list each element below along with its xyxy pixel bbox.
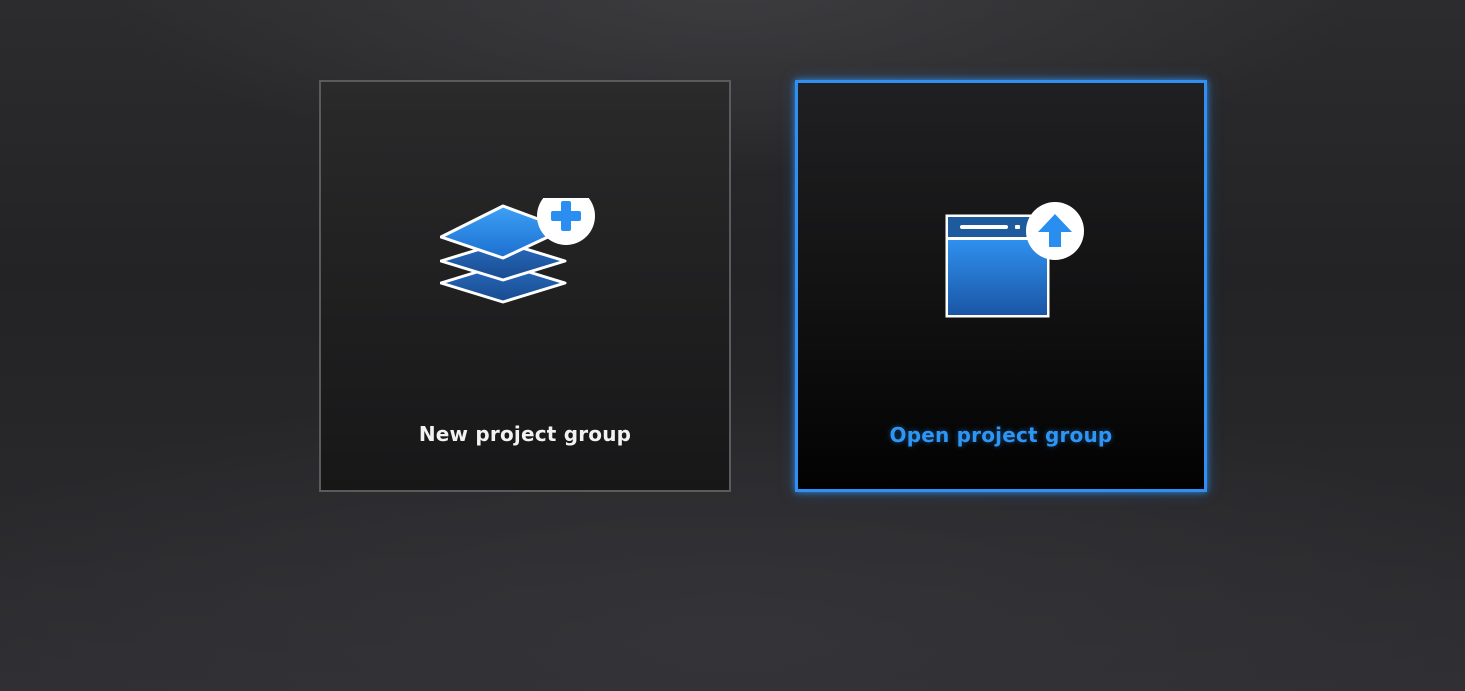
new-project-group-label: New project group	[418, 422, 632, 446]
new-project-group-button[interactable]: New project group	[319, 80, 731, 492]
open-project-group-button[interactable]: Open project group	[795, 80, 1207, 492]
window-upload-icon	[798, 199, 1204, 329]
open-project-group-label: Open project group	[889, 423, 1113, 447]
layers-plus-icon	[321, 198, 729, 328]
